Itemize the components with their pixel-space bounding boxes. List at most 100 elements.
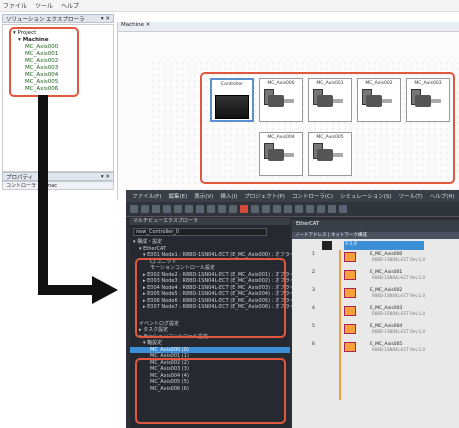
tree-node-axis[interactable]: MC_Axis001 <box>13 51 58 58</box>
tree-node-axis[interactable]: MC_Axis004 <box>13 72 58 79</box>
tab-ethercat[interactable]: EtherCAT <box>296 221 319 227</box>
tree-node-machine[interactable]: ▾ Machine <box>13 37 58 44</box>
master-label[interactable]: マスタ <box>344 241 424 250</box>
servo-motor-icon <box>264 143 296 167</box>
slave-port-icon <box>344 288 356 298</box>
toolbar-button[interactable] <box>174 205 182 213</box>
toolbar-button[interactable] <box>185 205 193 213</box>
toolbar-button[interactable] <box>284 205 292 213</box>
slave-model: R88D-1SN04L-ECT Rev:1.0 <box>372 275 426 280</box>
device-select[interactable]: new_Controller_0 <box>133 227 267 236</box>
toolbar-button[interactable] <box>251 205 259 213</box>
network-header: ノードアドレス | ネットワーク構成 <box>292 232 459 239</box>
slave-model: R88D-1SN04L-ECT Rev:1.0 <box>372 311 426 316</box>
menu-item[interactable]: 挿入(I) <box>220 192 237 200</box>
servo-motor-icon <box>313 143 345 167</box>
axis-device[interactable]: MC_Axis002 <box>357 78 401 122</box>
properties-item[interactable]: コントローラ Sysmac <box>2 181 114 190</box>
toolbar-button[interactable] <box>163 205 171 213</box>
menu-item[interactable]: 編集(E) <box>168 192 187 200</box>
toolbar-button[interactable] <box>130 205 138 213</box>
toolbar-button[interactable] <box>262 205 270 213</box>
axis-device-label: MC_Axis005 <box>316 135 344 140</box>
top-menubar: ファイル ツール ヘルプ <box>0 0 459 12</box>
menu-tools[interactable]: ツール <box>35 1 53 10</box>
menu-item[interactable]: コントローラ(C) <box>292 192 333 200</box>
toolbar-button[interactable] <box>152 205 160 213</box>
ethercat-tab-bar: EtherCAT <box>292 220 459 232</box>
toolbar-button[interactable] <box>218 205 226 213</box>
nodes-highlight-box <box>135 258 286 338</box>
axis-device-label: MC_Axis002 <box>365 81 393 86</box>
menu-help[interactable]: ヘルプ <box>61 1 79 10</box>
tree-node-axis[interactable]: MC_Axis005 <box>13 79 58 86</box>
slave-model: R88D-1SN04L-ECT Rev:1.0 <box>372 257 426 262</box>
axis-device[interactable]: MC_Axis000 <box>259 78 303 122</box>
controller-icon <box>215 95 249 119</box>
menu-item[interactable]: シミュレーション(S) <box>340 192 392 200</box>
menu-file[interactable]: ファイル <box>3 1 27 10</box>
multiview-title: マルチビューエクスプローラ <box>130 218 290 225</box>
toolbar-button[interactable] <box>196 205 204 213</box>
toolbar-button-online[interactable] <box>240 205 248 213</box>
axis-device-label: MC_Axis003 <box>414 81 442 86</box>
master-icon[interactable] <box>322 241 332 250</box>
properties-title: プロパティ ▾ ✕ <box>2 172 114 181</box>
slave-node: 2 <box>312 270 315 275</box>
toolbar-button[interactable] <box>295 205 303 213</box>
axis-device[interactable]: MC_Axis001 <box>308 78 352 122</box>
axis-device-label: MC_Axis004 <box>267 135 295 140</box>
slave-port-icon <box>344 342 356 352</box>
tree-node-axis[interactable]: MC_Axis002 <box>13 58 58 65</box>
menu-item[interactable]: ヘルプ(H) <box>430 192 455 200</box>
slave-node: 3 <box>312 288 315 293</box>
pin-icon[interactable]: ▾ ✕ <box>101 16 110 22</box>
menu-item[interactable]: 表示(V) <box>194 192 213 200</box>
tree-node-axis[interactable]: MC_Axis000 <box>13 44 58 51</box>
network-line <box>339 250 341 400</box>
tree-node-project[interactable]: ▾ Project <box>13 30 58 37</box>
slave-port-icon <box>344 324 356 334</box>
slave-model: R88D-1SN04L-ECT Rev:1.0 <box>372 293 426 298</box>
slave-port-icon <box>344 270 356 280</box>
arrow-head-icon <box>92 276 118 304</box>
properties-title-text: プロパティ <box>6 174 34 181</box>
axis-device-label: MC_Axis001 <box>316 81 344 86</box>
menu-item[interactable]: プロジェクト(P) <box>244 192 285 200</box>
toolbar-button[interactable] <box>229 205 237 213</box>
tree-node-axis[interactable]: MC_Axis006 <box>13 86 58 93</box>
toolbar-button[interactable] <box>141 205 149 213</box>
toolbar <box>126 202 459 217</box>
slave-model: R88D-1SN04L-ECT Rev:1.0 <box>372 347 426 352</box>
bottom-menubar: ファイル(F) 編集(E) 表示(V) 挿入(I) プロジェクト(P) コントロ… <box>126 190 459 202</box>
axis-device[interactable]: MC_Axis004 <box>259 132 303 176</box>
controller-device[interactable]: Controller <box>210 78 254 122</box>
menu-item[interactable]: ツール(T) <box>399 192 423 200</box>
slave-node: 4 <box>312 306 315 311</box>
toolbar-button[interactable] <box>306 205 314 213</box>
toolbar-button[interactable] <box>328 205 336 213</box>
pin-icon[interactable]: ▾ ✕ <box>101 174 110 180</box>
toolbar-button[interactable] <box>207 205 215 213</box>
servo-motor-icon <box>264 89 296 113</box>
menu-item[interactable]: ファイル(F) <box>132 192 161 200</box>
slave-port-icon <box>344 252 356 262</box>
slave-node: 6 <box>312 342 315 347</box>
project-tree: ▾ Project ▾ Machine MC_Axis000 MC_Axis00… <box>2 24 114 172</box>
servo-motor-icon <box>362 89 394 113</box>
panel-title-text: ソリューション エクスプローラ <box>6 16 85 23</box>
controller-label: Controller <box>220 82 244 87</box>
servo-motor-icon <box>411 89 443 113</box>
slave-model: R88D-1SN04L-ECT Rev:1.0 <box>372 329 426 334</box>
axis-device[interactable]: MC_Axis005 <box>308 132 352 176</box>
tree-node-axis[interactable]: MC_Axis003 <box>13 65 58 72</box>
toolbar-button[interactable] <box>339 205 347 213</box>
slave-node: 5 <box>312 324 315 329</box>
axis-device[interactable]: MC_Axis003 <box>406 78 450 122</box>
solution-explorer-title: ソリューション エクスプローラ ▾ ✕ <box>2 14 114 23</box>
axis-device-label: MC_Axis000 <box>267 81 295 86</box>
tab-machine[interactable]: Machine ✕ <box>118 22 459 32</box>
axes-highlight-box <box>135 358 286 424</box>
toolbar-button[interactable] <box>273 205 281 213</box>
toolbar-button[interactable] <box>317 205 325 213</box>
